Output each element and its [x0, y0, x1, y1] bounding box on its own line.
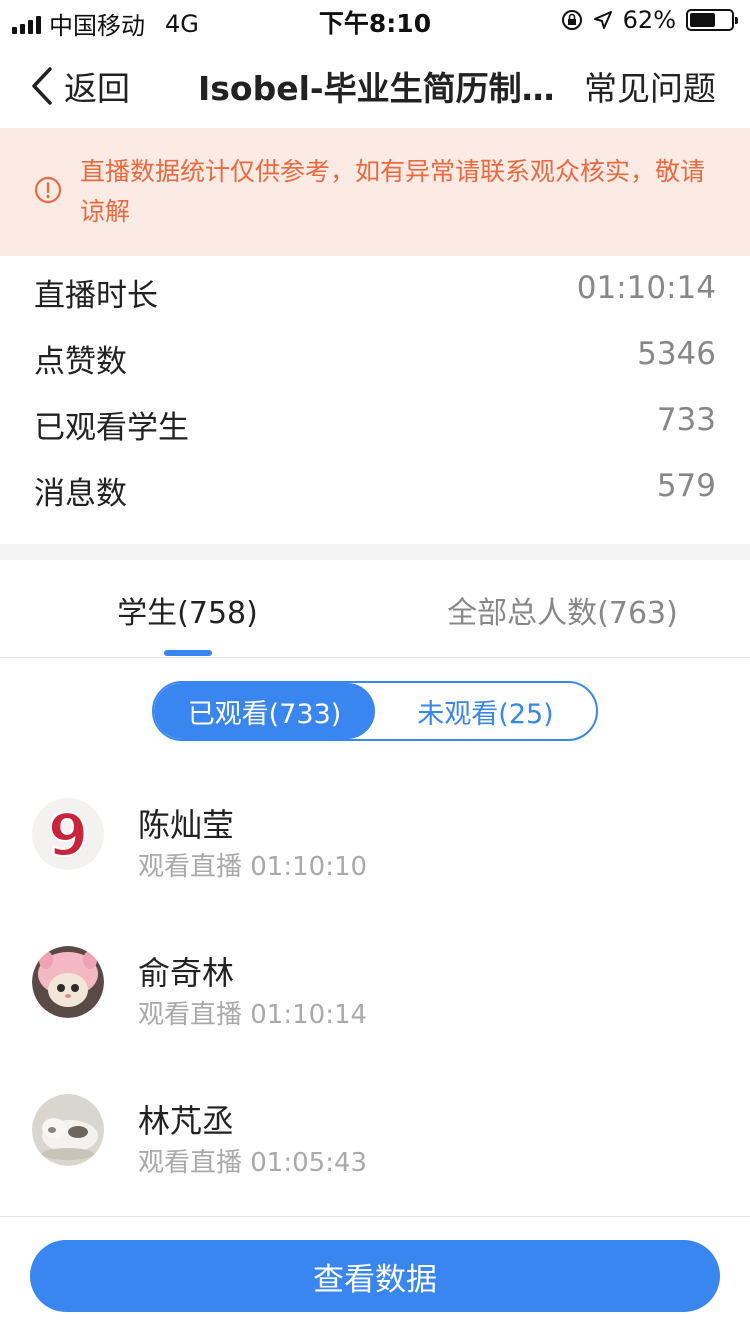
cat-photo-avatar-icon — [32, 1094, 104, 1166]
stat-row-likes: 点赞数 5346 — [0, 322, 750, 388]
tab-indicator — [164, 650, 212, 656]
pink-cat-avatar-icon — [32, 946, 104, 1018]
battery-icon — [686, 9, 738, 31]
stat-label: 点赞数 — [34, 344, 127, 380]
list-item[interactable]: 俞奇林 观看直播 01:10:14 — [0, 908, 750, 1056]
student-name: 陈灿莹 — [138, 806, 235, 844]
chevron-left-icon — [32, 67, 52, 105]
warning-circle-icon — [34, 176, 62, 204]
location-arrow-icon — [593, 11, 612, 29]
battery-percent: 62% — [622, 6, 676, 34]
segment-unwatched[interactable]: 未观看(25) — [375, 683, 596, 739]
tab-total[interactable]: 全部总人数(763) — [375, 588, 750, 632]
stat-row-watched: 已观看学生 733 — [0, 388, 750, 454]
stat-value: 579 — [656, 468, 716, 504]
rotation-lock-icon — [561, 10, 582, 30]
notice-banner: 直播数据统计仅供参考，如有异常请联系观众核实，敬请谅解 — [0, 128, 750, 256]
page-title: Isobel-毕业生简历制… — [198, 69, 555, 108]
stat-label: 直播时长 — [34, 278, 158, 314]
stat-label: 已观看学生 — [34, 410, 189, 446]
watch-status-segment: 已观看(733) 未观看(25) — [152, 681, 598, 741]
audience-tabs: 学生(758) 全部总人数(763) — [0, 560, 750, 658]
stat-row-messages: 消息数 579 — [0, 454, 750, 520]
stats-list: 直播时长 01:10:14 点赞数 5346 已观看学生 733 消息数 579 — [0, 256, 750, 520]
student-name: 俞奇林 — [138, 954, 235, 992]
back-button[interactable]: 返回 — [30, 62, 130, 110]
student-watch-time: 观看直播 01:10:14 — [138, 1000, 368, 1030]
battery-fill — [690, 13, 715, 27]
back-label: 返回 — [64, 69, 130, 108]
student-watch-time: 观看直播 01:10:10 — [138, 852, 368, 882]
faq-button[interactable]: 常见问题 — [584, 62, 716, 110]
bottom-divider — [0, 1216, 750, 1217]
view-data-button[interactable]: 查看数据 — [30, 1240, 720, 1312]
stat-value: 733 — [656, 402, 716, 438]
stat-row-duration: 直播时长 01:10:14 — [0, 256, 750, 322]
student-name: 林芃丞 — [138, 1102, 235, 1140]
svg-text:9: 9 — [48, 801, 88, 869]
status-bar: 中国移动 4G 下午8:10 62% — [0, 0, 750, 40]
stat-value: 01:10:14 — [576, 270, 716, 306]
tab-students[interactable]: 学生(758) — [0, 588, 375, 632]
number-nine-avatar-icon: 9 — [32, 798, 104, 870]
student-list: 9 陈灿莹 观看直播 01:10:10 俞奇林 观看直播 01:10:14 林芃… — [0, 760, 750, 1204]
nav-bar: 返回 Isobel-毕业生简历制… 常见问题 — [0, 40, 750, 128]
segment-watched[interactable]: 已观看(733) — [154, 683, 375, 739]
stat-label: 消息数 — [34, 476, 127, 512]
list-item[interactable]: 9 陈灿莹 观看直播 01:10:10 — [0, 760, 750, 908]
section-divider — [0, 544, 750, 560]
stat-value: 5346 — [637, 336, 716, 372]
student-watch-time: 观看直播 01:05:43 — [138, 1148, 368, 1178]
notice-text: 直播数据统计仅供参考，如有异常请联系观众核实，敬请谅解 — [80, 157, 706, 226]
list-item[interactable]: 林芃丞 观看直播 01:05:43 — [0, 1056, 750, 1204]
status-right: 62% — [561, 6, 738, 34]
